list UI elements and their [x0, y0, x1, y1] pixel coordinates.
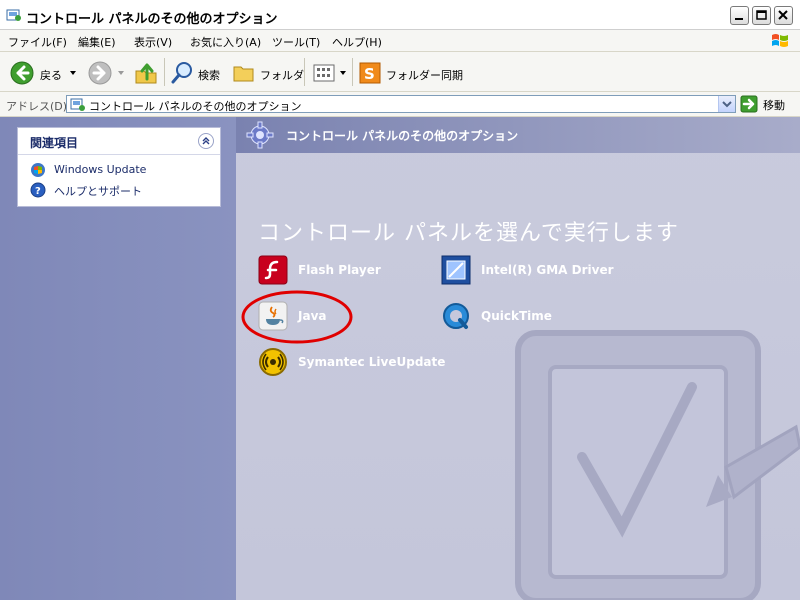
address-label: アドレス(D): [6, 100, 68, 113]
back-label: 戻る: [40, 69, 62, 82]
item-flash-player[interactable]: Flash Player: [258, 255, 408, 287]
address-value: コントロール パネルのその他のオプション: [89, 100, 302, 113]
svg-text:?: ?: [35, 186, 41, 197]
search-label: 検索: [198, 69, 220, 82]
control-panel-icon: [70, 98, 85, 111]
related-topics-panel: 関連項目 Windows Update ? ヘルプとサポート: [17, 127, 221, 207]
maximize-icon: [756, 10, 767, 20]
menu-view[interactable]: 表示(V): [134, 34, 172, 50]
address-input[interactable]: コントロール パネルのその他のオプション: [66, 95, 736, 113]
close-button[interactable]: [774, 6, 793, 25]
maximize-button[interactable]: [752, 6, 771, 25]
search-button[interactable]: 検索: [170, 61, 226, 85]
search-icon: [171, 62, 192, 84]
menu-bar: ファイル(F) 編集(E) 表示(V) お気に入り(A) ツール(T) ヘルプ(…: [0, 30, 800, 52]
menu-edit[interactable]: 編集(E): [78, 34, 116, 50]
chevron-down-icon: [118, 71, 124, 75]
folder-sync-icon: S: [359, 62, 381, 84]
window-title: コントロール パネルのその他のオプション: [26, 12, 278, 27]
item-intel-gma-driver[interactable]: Intel(R) GMA Driver: [441, 255, 621, 287]
checklist-watermark-icon: [515, 330, 800, 600]
toolbar: 戻る 検索 フォルダ S フォルダー同期: [0, 52, 800, 92]
related-topics-header[interactable]: 関連項目: [18, 128, 220, 155]
sidebar: 関連項目 Windows Update ? ヘルプとサポート: [0, 117, 236, 600]
forward-button[interactable]: [88, 61, 128, 85]
item-quicktime[interactable]: QuickTime: [441, 301, 561, 333]
help-icon: ?: [30, 182, 46, 198]
folders-label: フォルダ: [260, 69, 304, 82]
chevron-down-icon: [70, 71, 76, 75]
windows-logo-icon: [772, 34, 788, 47]
main-header-title: コントロール パネルのその他のオプション: [286, 129, 519, 143]
title-bar: コントロール パネルのその他のオプション: [0, 0, 800, 30]
folders-button[interactable]: フォルダ: [232, 61, 304, 85]
forward-arrow-icon: [88, 61, 112, 85]
up-folder-button[interactable]: [134, 61, 160, 85]
go-label: 移動: [763, 99, 785, 112]
menu-help[interactable]: ヘルプ(H): [332, 34, 382, 50]
symantec-liveupdate-label: Symantec LiveUpdate: [298, 355, 446, 369]
chevron-down-icon: [722, 101, 732, 108]
symantec-liveupdate-icon: [259, 348, 287, 376]
intel-gma-icon: [441, 255, 471, 285]
go-button[interactable]: 移動: [740, 95, 798, 113]
sidebar-link-help-support[interactable]: ? ヘルプとサポート: [30, 182, 142, 198]
up-arrow-folder-icon: [135, 63, 157, 84]
back-button[interactable]: 戻る: [10, 61, 80, 85]
svg-text:S: S: [364, 65, 375, 83]
view-grid-icon: [313, 64, 335, 82]
menu-favorites[interactable]: お気に入り(A): [190, 34, 261, 50]
toolbar-separator: [164, 58, 165, 86]
minimize-icon: [735, 18, 743, 20]
windows-update-label: Windows Update: [54, 163, 147, 176]
close-icon: [778, 10, 788, 20]
highlight-ring: [241, 290, 353, 344]
go-arrow-icon: [740, 95, 758, 113]
minimize-button[interactable]: [730, 6, 749, 25]
intel-gma-label: Intel(R) GMA Driver: [481, 263, 614, 277]
folder-sync-label: フォルダー同期: [386, 69, 463, 82]
windows-update-icon: [31, 163, 45, 177]
flash-player-label: Flash Player: [298, 263, 381, 277]
back-arrow-icon: [10, 61, 34, 85]
chevron-down-icon: [340, 71, 346, 75]
toolbar-separator: [304, 58, 305, 86]
gear-icon: [246, 121, 274, 149]
views-button[interactable]: [312, 61, 348, 85]
flash-player-icon: [258, 255, 288, 285]
toolbar-separator: [352, 58, 353, 86]
quicktime-label: QuickTime: [481, 309, 552, 323]
related-topics-title: 関連項目: [30, 136, 79, 150]
main-header: コントロール パネルのその他のオプション: [236, 117, 800, 153]
folder-icon: [233, 66, 254, 82]
folder-sync-button[interactable]: S フォルダー同期: [358, 61, 468, 85]
address-bar: アドレス(D) コントロール パネルのその他のオプション 移動: [0, 92, 800, 117]
quicktime-icon: [443, 303, 469, 329]
menu-file[interactable]: ファイル(F): [8, 34, 67, 50]
collapse-chevron-icon[interactable]: [198, 133, 214, 149]
sidebar-link-windows-update[interactable]: Windows Update: [30, 162, 146, 178]
main-pane: コントロール パネルのその他のオプション コントロール パネルを選んで実行します…: [236, 117, 800, 600]
page-title: コントロール パネルを選んで実行します: [258, 221, 679, 246]
address-dropdown-button[interactable]: [718, 96, 735, 112]
control-panel-icon: [6, 9, 21, 21]
item-symantec-liveupdate[interactable]: Symantec LiveUpdate: [258, 347, 448, 379]
help-support-label: ヘルプとサポート: [54, 185, 142, 198]
menu-tools[interactable]: ツール(T): [272, 34, 320, 50]
